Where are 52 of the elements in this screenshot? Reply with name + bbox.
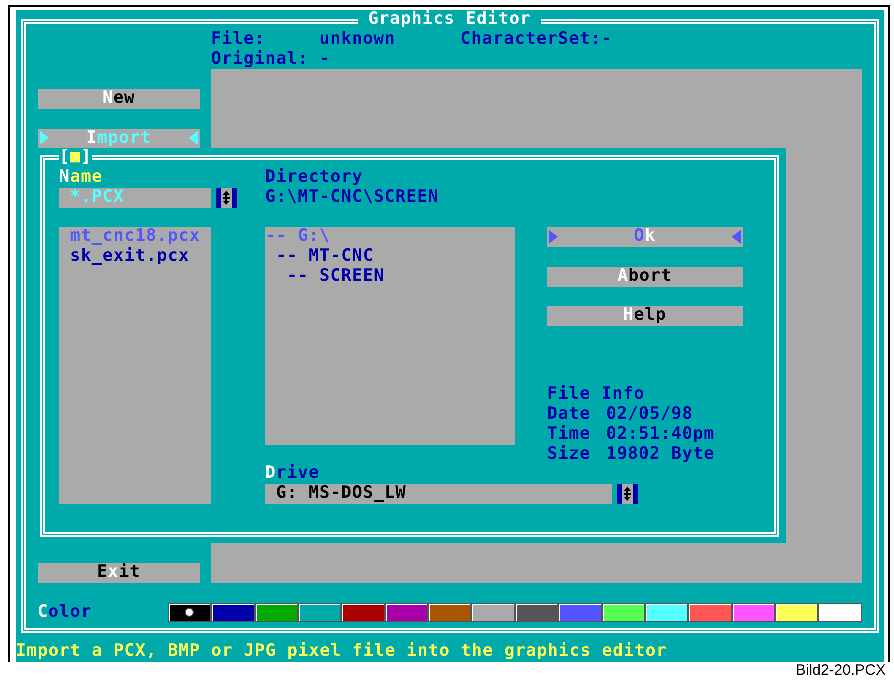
file-name: unknown [320, 30, 397, 50]
color-swatch[interactable] [775, 602, 818, 622]
color-swatch[interactable] [298, 602, 342, 622]
file-label: File: [211, 30, 266, 50]
color-swatch[interactable] [514, 602, 558, 622]
color-swatch[interactable] [384, 602, 428, 622]
info-value: 02/05/98 [606, 405, 694, 425]
color-swatch[interactable] [818, 602, 862, 622]
color-swatch[interactable] [644, 602, 688, 622]
name-label: Name [59, 168, 104, 188]
file-list[interactable]: mt_cnc18.pcx sk_exit.pcx [59, 227, 212, 504]
status-text: Import a PCX, BMP or JPG pixel file into the graphics editor [16, 642, 668, 662]
directory-tree[interactable]: -- G:\ -- MT-CNC -- SCREEN [265, 227, 515, 444]
drive-field[interactable]: G: MS-DOS_LW [265, 484, 612, 504]
up-down-arrows-icon[interactable] [216, 188, 238, 208]
color-swatch[interactable] [254, 602, 298, 622]
color-swatch[interactable] [211, 602, 255, 622]
up-down-arrows-icon[interactable] [617, 484, 638, 504]
left-triangle-icon [189, 131, 198, 146]
original-label: Original: - [211, 50, 332, 70]
button[interactable]: New [38, 89, 200, 109]
selected-dot-icon [186, 608, 193, 616]
drive-label: Drive [265, 464, 321, 484]
color-swatch[interactable] [341, 602, 385, 622]
right-triangle-icon [40, 131, 49, 146]
color-swatch[interactable] [558, 602, 602, 622]
left-triangle-icon [732, 230, 741, 244]
directory-label: Directory [265, 168, 364, 188]
character-set-label: CharacterSet:- [460, 30, 614, 50]
info-value: 02:51:40pm [606, 424, 715, 444]
info-label: Time [547, 424, 592, 444]
color-swatch[interactable] [428, 602, 472, 622]
info-value: 19802 Byte [606, 444, 715, 464]
color-swatch[interactable] [688, 602, 732, 622]
info-label: Date [547, 405, 592, 425]
color-swatch[interactable] [471, 602, 515, 622]
right-triangle-icon [549, 230, 558, 244]
button[interactable]: Exit [38, 563, 200, 583]
tree-item[interactable]: -- SCREEN [287, 266, 385, 286]
button[interactable]: Help [547, 306, 743, 326]
color-swatch[interactable] [168, 602, 212, 622]
directory-path: G:\MT-CNC\SCREEN [265, 188, 440, 208]
button[interactable]: Abort [547, 266, 743, 286]
file-item[interactable]: sk_exit.pcx [70, 247, 190, 267]
color-swatch[interactable] [602, 602, 645, 622]
color-label: Color [38, 602, 93, 622]
info-label: Size [547, 444, 592, 464]
image-caption: Bild2-20.PCX [796, 662, 886, 679]
file-info-heading: File Info [547, 385, 646, 405]
window-title: Graphics Editor [358, 10, 542, 30]
color-swatch[interactable] [732, 602, 776, 622]
tree-item[interactable]: -- MT-CNC [276, 247, 374, 267]
